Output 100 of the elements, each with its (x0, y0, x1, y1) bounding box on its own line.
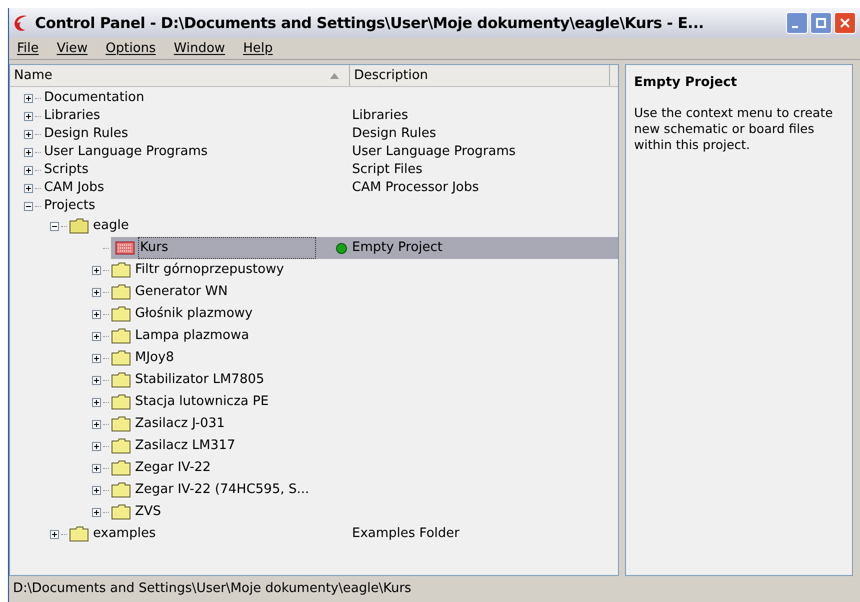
expand-icon[interactable] (92, 310, 101, 318)
folder-icon (111, 262, 131, 278)
item-name: MJoy8 (134, 349, 175, 368)
expand-icon[interactable] (24, 130, 33, 138)
tree-row[interactable]: CAM Jobs CAM Processor Jobs (10, 179, 618, 197)
window-title: Control Panel - D:\Documents and Settings\User\Moje dokumenty\eagle\Kurs - E... (35, 12, 705, 34)
tree-row[interactable]: Projects (10, 197, 618, 215)
collapse-icon[interactable] (50, 222, 59, 230)
expand-icon[interactable] (24, 184, 33, 192)
expand-icon[interactable] (92, 486, 101, 494)
column-header[interactable]: Name (10, 65, 350, 86)
item-name: Zasilacz LM317 (134, 437, 236, 456)
tree-row[interactable]: Libraries Libraries (10, 107, 618, 125)
expand-icon[interactable] (92, 420, 101, 428)
folder-icon (111, 350, 131, 366)
folder-icon (111, 284, 131, 300)
tree-row[interactable]: Zegar IV-22 (74HC595, S... (10, 479, 618, 501)
expand-icon[interactable] (24, 94, 33, 102)
expand-icon[interactable] (92, 376, 101, 384)
item-name: Design Rules (43, 125, 130, 144)
info-text: Use the context menu to create new schematic or board files within this project. (634, 104, 834, 152)
item-name: Projects (43, 197, 96, 216)
tree-row[interactable]: Zegar IV-22 (10, 457, 618, 479)
item-name: Zasilacz J-031 (134, 415, 226, 434)
folder-icon (111, 460, 131, 476)
item-name: Generator WN (134, 283, 229, 302)
item-name: Głośnik plazmowy (134, 305, 254, 324)
folder-icon (111, 394, 131, 410)
tree-row[interactable]: Generator WN (10, 281, 618, 303)
item-name: Documentation (43, 89, 146, 108)
tree-row[interactable]: User Language Programs User Language Programs (10, 143, 618, 161)
tree-row[interactable]: ZVS (10, 501, 618, 523)
item-name: Libraries (43, 107, 102, 126)
item-description: CAM Processor Jobs (352, 179, 479, 198)
close-button[interactable] (834, 12, 856, 34)
expand-icon[interactable] (50, 530, 59, 538)
item-name: Stacja lutownicza PE (134, 393, 270, 412)
item-name: Scripts (43, 161, 90, 180)
menu-item[interactable]: Window (168, 38, 232, 58)
tree-row[interactable]: Zasilacz LM317 (10, 435, 618, 457)
expand-icon[interactable] (92, 464, 101, 472)
tree-row[interactable]: Stacja lutownicza PE (10, 391, 618, 413)
maximize-icon (816, 18, 826, 28)
folder-icon (111, 372, 131, 388)
expand-icon[interactable] (24, 166, 33, 174)
item-name: User Language Programs (43, 143, 209, 162)
item-description: Empty Project (352, 239, 443, 258)
app-logo-icon (13, 14, 29, 32)
folder-icon (111, 504, 131, 520)
expand-icon[interactable] (92, 332, 101, 340)
tree-row[interactable]: Documentation (10, 89, 618, 107)
menu-item[interactable]: Options (100, 38, 162, 58)
expand-icon[interactable] (92, 266, 101, 274)
menu-item[interactable]: View (50, 38, 94, 58)
item-name: ZVS (134, 503, 162, 522)
item-name: Zegar IV-22 (74HC595, S... (134, 481, 310, 500)
expand-icon[interactable] (92, 288, 101, 296)
tree-row[interactable]: Stabilizator LM7805 (10, 369, 618, 391)
minimize-button[interactable] (786, 12, 808, 34)
expand-icon[interactable] (92, 442, 101, 450)
maximize-button[interactable] (810, 12, 832, 34)
folder-icon (69, 526, 89, 542)
item-name: Filtr górnoprzepustowy (134, 261, 285, 280)
collapse-icon[interactable] (24, 202, 33, 210)
tree-row[interactable]: Scripts Script Files (10, 161, 618, 179)
item-name: eagle (92, 217, 130, 236)
item-name: examples (92, 525, 157, 544)
close-icon (840, 18, 850, 28)
sort-ascending-icon (330, 72, 339, 78)
expand-icon[interactable] (92, 354, 101, 362)
item-description: Libraries (352, 107, 408, 126)
item-name: Kurs (138, 237, 316, 259)
item-description: User Language Programs (352, 143, 516, 162)
expand-icon[interactable] (24, 112, 33, 120)
tree-row[interactable]: examples Examples Folder (10, 523, 618, 545)
menu-item[interactable]: Help (237, 38, 279, 58)
column-header[interactable]: Description (350, 65, 610, 86)
item-description: Design Rules (352, 125, 436, 144)
item-description: Script Files (352, 161, 422, 180)
tree-row[interactable]: MJoy8 (10, 347, 618, 369)
folder-icon (111, 482, 131, 498)
expand-icon[interactable] (92, 508, 101, 516)
minimize-icon (792, 26, 798, 28)
expand-icon[interactable] (92, 398, 101, 406)
info-title: Empty Project (634, 74, 738, 92)
project-icon (115, 241, 135, 255)
tree-row[interactable]: Design Rules Design Rules (10, 125, 618, 143)
tree-row[interactable]: Lampa plazmowa (10, 325, 618, 347)
tree-row[interactable]: Głośnik plazmowy (10, 303, 618, 325)
item-name: Stabilizator LM7805 (134, 371, 266, 390)
item-name: Lampa plazmowa (134, 327, 250, 346)
folder-icon (111, 438, 131, 454)
folder-icon (111, 328, 131, 344)
menu-item[interactable]: File (11, 38, 45, 58)
expand-icon[interactable] (24, 148, 33, 156)
item-description: Examples Folder (352, 525, 460, 544)
tree-row[interactable]: Filtr górnoprzepustowy (10, 259, 618, 281)
tree-row[interactable]: eagle (10, 215, 618, 237)
tree-row[interactable]: Kurs Empty Project (10, 237, 618, 259)
tree-row[interactable]: Zasilacz J-031 (10, 413, 618, 435)
